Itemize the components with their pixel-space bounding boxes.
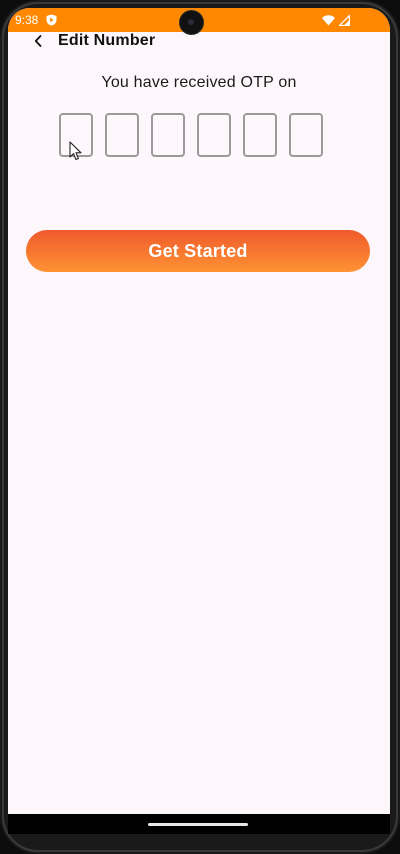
otp-digit-2[interactable] bbox=[105, 113, 139, 157]
front-camera bbox=[179, 10, 204, 35]
wifi-icon bbox=[322, 14, 335, 25]
app-bar: Edit Number bbox=[8, 32, 390, 50]
cell-signal-icon bbox=[339, 14, 350, 26]
otp-digit-3[interactable] bbox=[151, 113, 185, 157]
otp-message: You have received OTP on bbox=[101, 74, 297, 91]
mouse-pointer-icon bbox=[69, 141, 82, 161]
otp-digit-5[interactable] bbox=[243, 113, 277, 157]
navigation-bar bbox=[8, 814, 390, 834]
status-icons bbox=[322, 14, 350, 26]
otp-digit-4[interactable] bbox=[197, 113, 231, 157]
chevron-left-icon bbox=[34, 35, 41, 47]
app-screen: 9:38 Edit Number You have received OTP o… bbox=[8, 8, 390, 814]
otp-digit-6[interactable] bbox=[289, 113, 323, 157]
shield-play-icon bbox=[46, 14, 57, 26]
home-indicator[interactable] bbox=[148, 823, 248, 826]
back-button[interactable] bbox=[28, 32, 48, 50]
otp-input-row bbox=[59, 113, 323, 157]
phone-frame: 9:38 Edit Number You have received OTP o… bbox=[0, 0, 400, 854]
status-time: 9:38 bbox=[15, 13, 39, 27]
get-started-button[interactable]: Get Started bbox=[26, 230, 370, 272]
page-title: Edit Number bbox=[58, 32, 156, 49]
